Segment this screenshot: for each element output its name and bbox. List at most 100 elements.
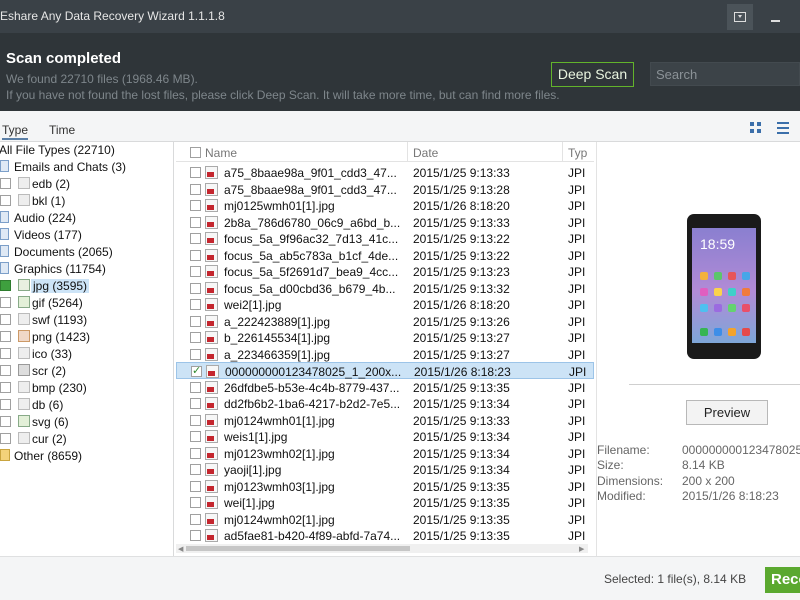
row-checkbox[interactable] <box>190 398 201 409</box>
checkbox[interactable] <box>0 348 11 359</box>
list-view-icon[interactable] <box>777 122 791 134</box>
tree-item-bmp[interactable]: bmp (230) <box>0 380 172 397</box>
deep-scan-button[interactable]: Deep Scan <box>551 62 634 87</box>
row-checkbox[interactable] <box>190 315 201 327</box>
table-row[interactable]: mj0124wmh01[1].jpg 2015/1/25 9:13:33 JPI <box>176 412 594 429</box>
checkbox[interactable] <box>0 416 11 427</box>
row-checkbox[interactable] <box>190 497 201 508</box>
checkbox[interactable] <box>0 331 11 342</box>
table-row[interactable]: focus_5a_ab5c783a_b1cf_4de... 2015/1/25 9… <box>176 247 594 264</box>
table-row[interactable]: 000000000123478025_1_200x... 2015/1/26 8:… <box>176 362 594 379</box>
tree-item-videos[interactable]: Videos (177) <box>0 227 172 244</box>
table-row[interactable]: ad5fae81-b420-4f89-abfd-7a74... 2015/1/25… <box>176 527 594 544</box>
table-row[interactable]: mj0123wmh02[1].jpg 2015/1/25 9:13:34 JPI <box>176 445 594 462</box>
column-type[interactable]: Typ <box>568 146 587 160</box>
tree-item-svg[interactable]: svg (6) <box>0 414 172 431</box>
tree-item-swf[interactable]: swf (1193) <box>0 312 172 329</box>
table-row[interactable]: wei2[1].jpg 2015/1/26 8:18:20 JPI <box>176 296 594 313</box>
table-row[interactable]: a_222423889[1].jpg 2015/1/25 9:13:26 JPI <box>176 313 594 330</box>
video-folder-icon <box>0 228 9 240</box>
tab-time[interactable]: Time <box>49 123 75 137</box>
minimize-button[interactable] <box>762 4 788 30</box>
row-checkbox[interactable] <box>190 167 201 178</box>
row-checkbox[interactable] <box>190 480 201 492</box>
table-row[interactable]: mj0124wmh02[1].jpg 2015/1/25 9:13:35 JPI <box>176 511 594 528</box>
tree-item-bkl[interactable]: bkl (1) <box>0 193 172 210</box>
tree-item-audio[interactable]: Audio (224) <box>0 210 172 227</box>
tree-item-other[interactable]: Other (8659) <box>0 448 172 465</box>
table-row[interactable]: weis1[1].jpg 2015/1/25 9:13:34 JPI <box>176 428 594 445</box>
table-row[interactable]: dd2fb6b2-1ba6-4217-b2d2-7e5... 2015/1/25 … <box>176 395 594 412</box>
row-checkbox[interactable] <box>190 332 201 343</box>
menu-button[interactable] <box>727 4 753 30</box>
row-checkbox[interactable] <box>190 414 201 426</box>
preview-button[interactable]: Preview <box>686 400 768 425</box>
table-row[interactable]: a75_8baae98a_9f01_cdd3_47... 2015/1/25 9:… <box>176 181 594 198</box>
row-checkbox[interactable] <box>190 200 201 211</box>
column-date[interactable]: Date <box>413 146 438 160</box>
table-row[interactable]: b_226145534[1].jpg 2015/1/25 9:13:27 JPI <box>176 329 594 346</box>
checkbox[interactable] <box>0 195 11 206</box>
tree-item-documents[interactable]: Documents (2065) <box>0 244 172 261</box>
row-checkbox[interactable] <box>190 530 201 541</box>
row-checkbox[interactable] <box>190 266 201 277</box>
tree-item-cur[interactable]: cur (2) <box>0 431 172 448</box>
tree-item-db[interactable]: db (6) <box>0 397 172 414</box>
row-checkbox[interactable] <box>190 233 201 244</box>
table-row[interactable]: 2b8a_786d6780_06c9_a6bd_b... 2015/1/25 9:… <box>176 214 594 231</box>
tree-item-gif[interactable]: gif (5264) <box>0 295 172 312</box>
table-row[interactable]: mj0123wmh03[1].jpg 2015/1/25 9:13:35 JPI <box>176 478 594 495</box>
row-checkbox[interactable] <box>190 447 201 459</box>
svg-file-icon <box>18 415 30 427</box>
checkbox-partial[interactable] <box>0 280 11 291</box>
row-checkbox[interactable] <box>190 249 201 261</box>
scrollbar-thumb[interactable] <box>186 546 410 551</box>
horizontal-scrollbar[interactable]: ◀ ▶ <box>176 544 588 553</box>
tree-item-scr[interactable]: scr (2) <box>0 363 172 380</box>
row-checkbox[interactable] <box>191 364 202 377</box>
row-checkbox[interactable] <box>190 464 201 475</box>
table-row[interactable]: a75_8baae98a_9f01_cdd3_47... 2015/1/25 9:… <box>176 164 594 181</box>
table-row[interactable]: mj0125wmh01[1].jpg 2015/1/26 8:18:20 JPI <box>176 197 594 214</box>
table-row[interactable]: a_223466359[1].jpg 2015/1/25 9:13:27 JPI <box>176 346 594 363</box>
scroll-right-icon[interactable]: ▶ <box>579 545 584 553</box>
checkbox[interactable] <box>0 314 11 325</box>
tree-item-emails[interactable]: Emails and Chats (3) <box>0 159 172 176</box>
checkbox[interactable] <box>0 297 11 308</box>
scroll-left-icon[interactable]: ◀ <box>178 545 183 553</box>
table-row[interactable]: focus_5a_5f2691d7_bea9_4cc... 2015/1/25 9… <box>176 263 594 280</box>
file-type: JPI <box>568 446 586 461</box>
row-checkbox[interactable] <box>190 431 201 442</box>
table-row[interactable]: focus_5a_d00cbd36_b679_4b... 2015/1/25 9:… <box>176 280 594 297</box>
tree-item-label: All File Types (22710) <box>0 143 115 157</box>
search-input[interactable]: Search <box>650 62 800 86</box>
select-all-checkbox[interactable] <box>190 147 201 158</box>
row-checkbox[interactable] <box>190 183 201 195</box>
tree-item-jpg[interactable]: jpg (3595) <box>0 278 172 295</box>
table-row[interactable]: yaoji[1].jpg 2015/1/25 9:13:34 JPI <box>176 461 594 478</box>
row-checkbox[interactable] <box>190 282 201 294</box>
tree-item-ico[interactable]: ico (33) <box>0 346 172 363</box>
file-date: 2015/1/25 9:13:33 <box>413 215 510 230</box>
checkbox[interactable] <box>0 365 11 376</box>
column-name[interactable]: Name <box>205 146 237 160</box>
tree-item-edb[interactable]: edb (2) <box>0 176 172 193</box>
grid-view-icon[interactable] <box>750 122 764 134</box>
checkbox[interactable] <box>0 178 11 189</box>
row-checkbox[interactable] <box>190 381 201 393</box>
table-row[interactable]: 26dfdbe5-b53e-4c4b-8779-437... 2015/1/25 … <box>176 379 594 396</box>
checkbox[interactable] <box>0 433 11 444</box>
recover-button[interactable]: Recover <box>765 567 800 593</box>
tree-item-png[interactable]: png (1423) <box>0 329 172 346</box>
row-checkbox[interactable] <box>190 216 201 228</box>
row-checkbox[interactable] <box>190 348 201 360</box>
tree-item-all-file-types[interactable]: All File Types (22710) <box>0 142 172 159</box>
row-checkbox[interactable] <box>190 299 201 310</box>
table-row[interactable]: wei[1].jpg 2015/1/25 9:13:35 JPI <box>176 494 594 511</box>
tab-type[interactable]: Type <box>2 123 29 140</box>
table-row[interactable]: focus_5a_9f96ac32_7d13_41c... 2015/1/25 9… <box>176 230 594 247</box>
checkbox[interactable] <box>0 382 11 393</box>
tree-item-graphics[interactable]: Graphics (11754) <box>0 261 172 278</box>
row-checkbox[interactable] <box>190 513 201 525</box>
checkbox[interactable] <box>0 399 11 410</box>
